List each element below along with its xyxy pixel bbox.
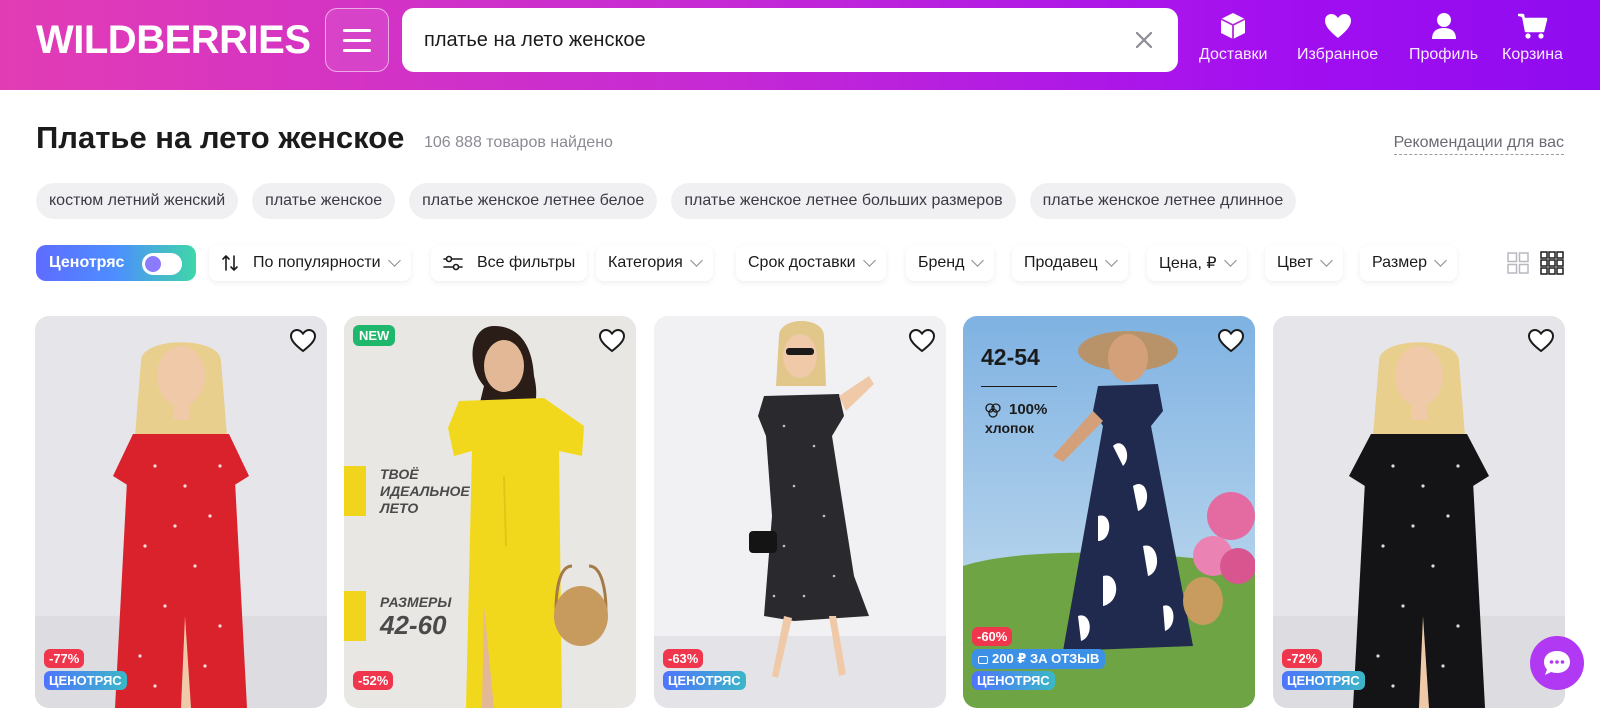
nav-profile-label: Профиль (1409, 46, 1479, 63)
promo-sizes: 42-60 (380, 610, 447, 640)
review-bonus-badge: 200 ₽ ЗА ОТЗЫВ (972, 649, 1106, 669)
nav-favorites-label: Избранное (1297, 46, 1379, 63)
grid-small-icon[interactable] (1540, 251, 1564, 275)
delivery-time-dropdown[interactable]: Срок доставки (736, 245, 886, 281)
box-icon (1220, 13, 1246, 39)
size-range-text: 42-54 (981, 344, 1040, 370)
price-dropdown[interactable]: Цена, ₽ (1147, 245, 1247, 281)
sort-dropdown[interactable]: По популярности (209, 245, 411, 281)
promo-text: ТВОЁ ИДЕАЛЬНОЕ ЛЕТО (380, 466, 470, 517)
promo-divider (981, 386, 1057, 387)
top-header: WILDBERRIES Доставки Избранное Профиль (0, 0, 1600, 90)
promo-line: ЛЕТО (380, 500, 419, 516)
chevron-down-icon (1434, 254, 1447, 267)
discount-badge: -77% (44, 649, 85, 668)
heart-outline-icon[interactable] (289, 328, 317, 354)
sliders-icon (443, 255, 463, 271)
price-shake-label: Ценотряс (49, 254, 125, 271)
category-label: Категория (608, 254, 683, 271)
price-label: Цена, ₽ (1159, 255, 1217, 272)
chevron-down-icon (1104, 254, 1118, 267)
results-count: 106 888 товаров найдено (424, 134, 613, 151)
search-input[interactable] (424, 8, 1104, 72)
size-label: Размер (1372, 254, 1427, 271)
cotton-icon (985, 403, 1001, 418)
suggestion-chip[interactable]: платье женское (252, 183, 396, 219)
fabric-text: хлопок (985, 420, 1035, 436)
discount-badge: -72% (1282, 649, 1323, 668)
promo-line: ИДЕАЛЬНОЕ (380, 483, 470, 499)
seller-dropdown[interactable]: Продавец (1012, 245, 1128, 281)
color-dropdown[interactable]: Цвет (1265, 245, 1343, 281)
chevron-down-icon (971, 254, 985, 267)
suggestion-chip[interactable]: платье женское летнее больших размеров (671, 183, 1016, 219)
category-dropdown[interactable]: Категория (596, 245, 713, 281)
seller-label: Продавец (1024, 254, 1098, 271)
nav-cart[interactable]: Корзина (1502, 10, 1563, 64)
sort-icon (222, 255, 238, 271)
nav-profile[interactable]: Профиль (1409, 10, 1478, 64)
product-card[interactable]: NEW ТВОЁ ИДЕАЛЬНОЕ ЛЕТО РАЗМЕРЫ 42-60 -5… (344, 316, 636, 708)
page-title: Платье на лето женское (36, 120, 405, 155)
nav-delivery-label: Доставки (1199, 46, 1268, 63)
new-badge: NEW (353, 325, 396, 346)
color-label: Цвет (1277, 254, 1313, 271)
sort-label: По популярности (253, 254, 381, 271)
suggestion-chip[interactable]: платье женское летнее длинное (1029, 183, 1297, 219)
menu-icon-line (343, 38, 371, 42)
chevron-down-icon (387, 254, 401, 267)
chat-icon (1544, 651, 1570, 675)
product-card[interactable]: 42-54 100% хлопок -60% 200 ₽ ЗА ОТЗЫВ ЦЕ… (963, 316, 1255, 708)
nav-cart-label: Корзина (1502, 46, 1563, 63)
price-shake-toggle[interactable]: Ценотряс (36, 245, 196, 281)
discount-badge: -63% (663, 649, 704, 668)
product-card[interactable]: -72% ЦЕНОТРЯС (1273, 316, 1565, 708)
all-filters-label: Все фильтры (477, 254, 576, 271)
discount-badge: -52% (353, 671, 394, 690)
suggestion-chips: костюм летний женский платье женское пла… (36, 183, 1297, 219)
chevron-down-icon (1319, 254, 1333, 267)
promo-line: ТВОЁ (380, 466, 419, 482)
fabric-pct: 100% (1009, 401, 1048, 418)
suggestion-chip[interactable]: платье женское летнее белое (409, 183, 658, 219)
chevron-down-icon (689, 254, 703, 267)
promo-sizes-label: РАЗМЕРЫ (380, 594, 452, 610)
all-filters-button[interactable]: Все фильтры (431, 245, 588, 281)
grid-large-icon[interactable] (1506, 251, 1530, 275)
heart-outline-icon[interactable] (598, 328, 626, 354)
chevron-down-icon (862, 254, 876, 267)
suggestion-chip[interactable]: костюм летний женский (36, 183, 239, 219)
heart-outline-icon[interactable] (1527, 328, 1555, 354)
delivery-time-label: Срок доставки (748, 254, 856, 271)
menu-icon-line (343, 28, 371, 32)
heart-icon (1324, 14, 1351, 38)
chat-button[interactable] (1530, 636, 1584, 690)
search-box (402, 8, 1178, 72)
size-dropdown[interactable]: Размер (1360, 245, 1457, 281)
product-card[interactable]: -77% ЦЕНОТРЯС (35, 316, 327, 708)
product-card[interactable]: -63% ЦЕНОТРЯС (654, 316, 946, 708)
recommendations-link[interactable]: Рекомендации для вас (1393, 134, 1564, 155)
nav-favorites[interactable]: Избранное (1297, 10, 1378, 64)
cart-icon (1518, 13, 1548, 39)
discount-badge: -60% (972, 627, 1013, 646)
price-shake-tag: ЦЕНОТРЯС (44, 671, 127, 690)
logo[interactable]: WILDBERRIES (36, 18, 311, 63)
price-shake-tag: ЦЕНОТРЯС (972, 671, 1055, 690)
heart-outline-icon[interactable] (1217, 328, 1245, 354)
toggle-switch[interactable] (142, 253, 182, 275)
menu-button[interactable] (325, 8, 389, 72)
price-shake-tag: ЦЕНОТРЯС (663, 671, 746, 690)
close-icon[interactable] (1132, 28, 1156, 52)
review-bonus-text: 200 ₽ ЗА ОТЗЫВ (992, 651, 1100, 666)
brand-label: Бренд (918, 254, 965, 271)
nav-delivery[interactable]: Доставки (1199, 10, 1267, 64)
chevron-down-icon (1223, 254, 1237, 267)
price-shake-tag: ЦЕНОТРЯС (1282, 671, 1365, 690)
wallet-icon (978, 655, 988, 664)
heart-outline-icon[interactable] (908, 328, 936, 354)
user-icon (1431, 13, 1456, 39)
brand-dropdown[interactable]: Бренд (906, 245, 995, 281)
menu-icon-line (343, 48, 371, 52)
